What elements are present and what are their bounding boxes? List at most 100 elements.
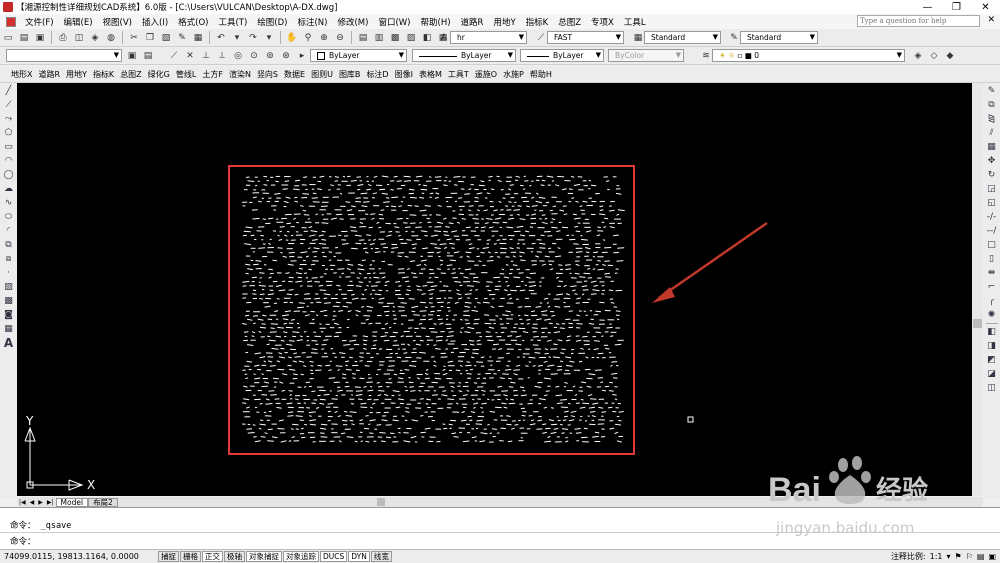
otrack-toggle[interactable]: 对象追踪	[283, 551, 319, 562]
break-icon[interactable]: ▯	[985, 253, 998, 265]
plugin-landuse[interactable]: 用地Y	[63, 69, 90, 80]
undo-icon[interactable]: ↶	[215, 32, 227, 44]
draworder-above-icon[interactable]: ◩	[985, 354, 998, 366]
explode-icon[interactable]: ✺	[985, 309, 998, 321]
redo-icon[interactable]: ↷	[247, 32, 259, 44]
tool-palettes-icon[interactable]: ▩	[389, 32, 401, 44]
menu-road[interactable]: 道路R	[456, 16, 489, 28]
layer-previous-icon[interactable]: ◇	[928, 50, 940, 62]
layer-state-icon[interactable]: ◆	[944, 50, 956, 62]
table-style-combo[interactable]: Standard ▼	[644, 31, 721, 44]
plugin-table[interactable]: 表格M	[416, 69, 445, 80]
color-combo[interactable]: ByLayer ▼	[310, 49, 407, 62]
snap-tangent-icon[interactable]: ⟂	[216, 50, 228, 62]
region-icon[interactable]: ◙	[2, 309, 15, 321]
erase-icon[interactable]: ✎	[985, 85, 998, 97]
chevron-down-icon[interactable]: ▾	[947, 552, 951, 561]
join-icon[interactable]: ⇼	[985, 267, 998, 279]
cut-icon[interactable]: ✂	[128, 32, 140, 44]
menu-dimension[interactable]: 标注(N)	[292, 16, 332, 28]
linetype-combo[interactable]: ByLayer ▼	[412, 49, 516, 62]
menu-edit[interactable]: 编辑(E)	[59, 16, 98, 28]
menu-view[interactable]: 视图(V)	[98, 16, 137, 28]
gradient-icon[interactable]: ▩	[2, 295, 15, 307]
annotation-visibility-icon[interactable]: ⚑	[955, 552, 962, 561]
snap-quadrant-icon[interactable]: ⊙	[248, 50, 260, 62]
table-style-icon[interactable]: ▦	[632, 32, 644, 44]
draworder-front-icon[interactable]: ◧	[985, 326, 998, 338]
make-current-layer-icon[interactable]: ◈	[912, 50, 924, 62]
cursor-coordinates[interactable]: 74099.0115, 19813.1164, 0.0000	[0, 552, 158, 561]
block-editor-icon[interactable]: ▦	[192, 32, 204, 44]
help-search-input[interactable]	[857, 15, 980, 27]
stretch-icon[interactable]: ◱	[985, 197, 998, 209]
plugin-drainage[interactable]: 水施P	[500, 69, 527, 80]
plugin-index[interactable]: 指标K	[90, 69, 117, 80]
plugin-pipeline[interactable]: 管线L	[173, 69, 199, 80]
snap-endpoint-icon[interactable]: ⟋	[168, 50, 180, 62]
zoom-window-icon[interactable]: ⊕	[318, 32, 330, 44]
command-window[interactable]: 命令： _qsave 命令：	[0, 507, 1000, 549]
undo-dropdown-icon[interactable]: ▾	[231, 32, 243, 44]
plugin-library[interactable]: 图库B	[336, 69, 364, 80]
fillet-icon[interactable]: ╭	[985, 295, 998, 307]
dim-style-icon[interactable]: ⟋	[535, 32, 547, 44]
menu-index[interactable]: 指标K	[521, 16, 554, 28]
multileader-style-combo[interactable]: Standard ▼	[740, 31, 818, 44]
plugin-vertical[interactable]: 竖向S	[254, 69, 281, 80]
plugin-terrain[interactable]: 地形X	[8, 69, 35, 80]
array-icon[interactable]: ▦	[985, 141, 998, 153]
line-icon[interactable]: ╱	[2, 85, 15, 97]
menu-tools[interactable]: 工具(T)	[213, 16, 252, 28]
command-prompt[interactable]: 命令：	[10, 535, 36, 547]
properties-icon[interactable]: ▤	[357, 32, 369, 44]
offset-icon[interactable]: ⫽	[985, 127, 998, 139]
menu-modify[interactable]: 修改(M)	[332, 16, 373, 28]
save-icon[interactable]: ▣	[34, 32, 46, 44]
menu-window[interactable]: 窗口(W)	[373, 16, 415, 28]
menu-utility[interactable]: 工具L	[619, 16, 651, 28]
plugin-data[interactable]: 数据E	[281, 69, 308, 80]
3d-dwf-icon[interactable]: ◍	[105, 32, 117, 44]
zoom-previous-icon[interactable]: ⊖	[334, 32, 346, 44]
mdi-close-icon[interactable]: ✕	[987, 15, 995, 25]
vertical-scrollbar[interactable]	[972, 83, 983, 496]
lineweight-combo[interactable]: ByLayer ▼	[520, 49, 604, 62]
plugin-siteplan[interactable]: 总图Z	[117, 69, 144, 80]
horizontal-scroll-thumb[interactable]	[377, 498, 385, 506]
rotate-icon[interactable]: ↻	[985, 169, 998, 181]
polygon-icon[interactable]: ⬠	[2, 127, 15, 139]
extend-icon[interactable]: --/	[985, 225, 998, 237]
menu-landuse[interactable]: 用地Y	[488, 16, 520, 28]
print-icon[interactable]: ⎙	[57, 32, 69, 44]
multileader-style-icon[interactable]: ✎	[728, 32, 740, 44]
new-file-icon[interactable]: ▭	[2, 32, 14, 44]
plugin-earthwork[interactable]: 土方F	[199, 69, 226, 80]
menu-format[interactable]: 格式(O)	[173, 16, 213, 28]
view-combo[interactable]: ▼	[6, 49, 122, 62]
redo-dropdown-icon[interactable]: ▾	[263, 32, 275, 44]
drawing-canvas[interactable]: Y X	[17, 83, 972, 496]
menu-insert[interactable]: 插入(I)	[137, 16, 173, 28]
osnap-toggle[interactable]: 对象捕捉	[246, 551, 282, 562]
plugin-annotation[interactable]: 标注D	[363, 69, 391, 80]
text-style-icon[interactable]: A	[438, 32, 450, 44]
multiline-text-icon[interactable]: A	[2, 337, 15, 349]
next-tab-icon[interactable]: ▶	[38, 499, 43, 506]
dyn-toggle[interactable]: DYN	[348, 551, 370, 562]
markup-icon[interactable]: ◧	[421, 32, 433, 44]
spline-icon[interactable]: ∿	[2, 197, 15, 209]
polar-toggle[interactable]: 极轴	[224, 551, 245, 562]
paste-icon[interactable]: ▧	[160, 32, 172, 44]
plugin-render[interactable]: 渲染N	[226, 69, 254, 80]
tab-model[interactable]: Model	[55, 497, 89, 507]
ortho-toggle[interactable]: 正交	[202, 551, 223, 562]
construction-line-icon[interactable]: ⟋	[2, 99, 15, 111]
text-front-icon[interactable]: ◫	[985, 382, 998, 394]
layer-manager-icon[interactable]: ≋	[700, 50, 712, 62]
menu-help[interactable]: 帮助(H)	[416, 16, 456, 28]
copy-icon[interactable]: ❐	[144, 32, 156, 44]
plugin-road[interactable]: 道路R	[35, 69, 63, 80]
ellipse-arc-icon[interactable]: ◜	[2, 225, 15, 237]
lock-toolbar-icon[interactable]: ▤	[977, 552, 985, 561]
